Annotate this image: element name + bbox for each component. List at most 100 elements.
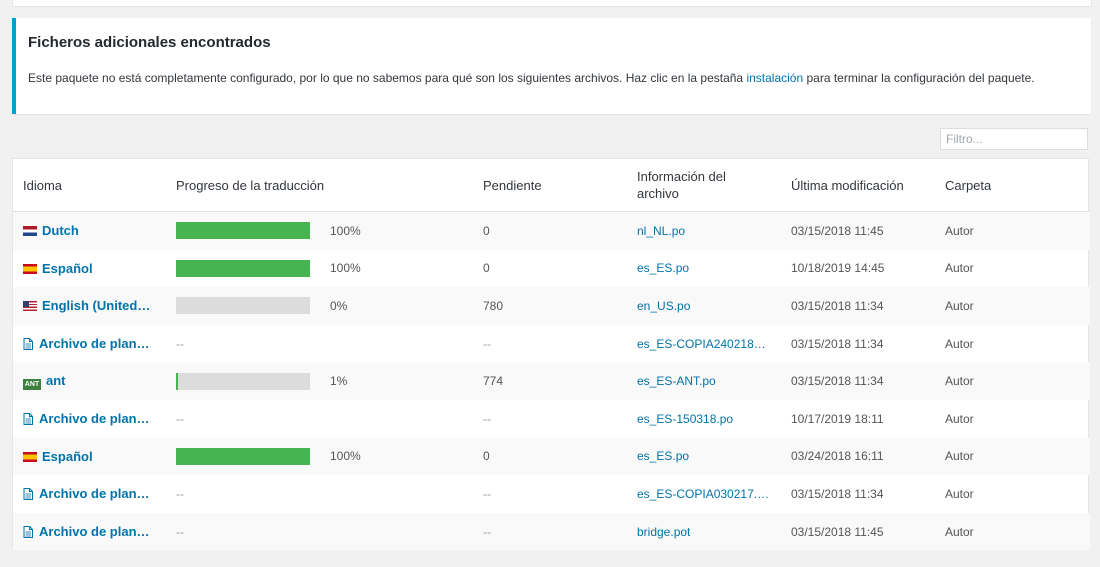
column-header-folder[interactable]: Carpeta [935,159,1090,212]
progress-bar [176,372,310,390]
file-link[interactable]: es_ES.po [637,261,689,275]
modified-cell: 03/15/2018 11:34 [781,362,935,400]
folder-cell: Autor [935,362,1090,400]
modified-cell: 03/15/2018 11:34 [791,486,884,501]
progress-bar-fill [176,447,310,465]
language-link[interactable]: Español [42,449,93,464]
language-link[interactable]: Archivo de plan… [39,411,150,426]
file-cell: es_ES-COPIA240218… [627,325,781,363]
progress-cell: -- [166,512,473,551]
modified-cell: 10/18/2019 14:45 [791,261,885,276]
pending-cell: -- [483,486,491,501]
top-panel-edge [12,0,1092,7]
progress-bar-fill [176,259,310,277]
modified-cell: 03/24/2018 16:11 [781,437,935,476]
filter-input[interactable] [940,128,1088,150]
modified-cell: 03/15/2018 11:34 [781,287,935,325]
file-link[interactable]: nl_NL.po [637,224,685,238]
progress-bar [176,447,310,465]
file-cell: es_ES-ANT.po [627,362,781,400]
file-link[interactable]: bridge.pot [637,525,690,539]
pending-cell: 0 [473,211,627,250]
pending-cell: 780 [473,287,627,325]
table-row: ANT ant 1% 774 es_ES-ANT.po 03/15/2018 11:34 A… [13,362,1090,400]
language-link[interactable]: ant [46,373,66,388]
progress-cell: -- [166,400,473,438]
column-header-language[interactable]: Idioma [13,159,166,212]
modified-cell: 03/15/2018 11:34 [791,336,884,351]
notice-text-before: Este paquete no está completamente confi… [28,71,747,85]
progress-bar [176,259,310,277]
file-link[interactable]: es_ES-COPIA240218… [637,337,766,351]
column-header-file-info[interactable]: Información del archivo [627,159,781,212]
flag-nl-icon [23,226,37,237]
progress-bar [176,222,310,240]
flag-es-icon [23,451,37,462]
table-row: Español 100% 0 es_ES.po 10/18/2019 14:45 Auto… [13,250,1090,288]
table-row: Español 100% 0 es_ES.po 03/24/2018 16:11 Auto… [13,437,1090,476]
language-cell: Archivo de plan… [13,400,166,438]
document-icon [23,413,33,426]
table-row: Archivo de plan… -- -- es_ES-COPIA240218… 03… [13,325,1090,363]
table-row: English (United… 0% 780 en_US.po 03/15/2018 … [13,287,1090,325]
progress-empty: -- [176,524,184,539]
language-cell: Español [13,250,166,288]
language-cell: Dutch [13,211,166,250]
table-row: Archivo de plan… -- -- es_ES-150318.po 10/17… [13,400,1090,438]
notice-text: Este paquete no está completamente confi… [28,68,1068,88]
file-link[interactable]: es_ES-150318.po [637,412,733,426]
progress-percent: 100% [330,449,361,464]
progress-cell: 100% [166,250,473,288]
progress-cell: -- [166,325,473,363]
document-icon [23,338,33,351]
notice-text-after: para terminar la configuración del paque… [803,71,1035,85]
file-link[interactable]: en_US.po [637,299,690,313]
folder-cell: Autor [945,336,974,351]
language-cell: Archivo de plan… [13,325,166,363]
pending-cell: -- [483,336,491,351]
language-cell: English (United… [13,287,166,325]
language-cell: Español [13,437,166,476]
pending-cell: 0 [473,437,627,476]
table-row: Dutch 100% 0 nl_NL.po 03/15/2018 11:45 Autor [13,211,1090,250]
progress-percent: 100% [330,261,361,276]
file-link[interactable]: es_ES-COPIA030217.… [637,487,769,501]
table-header-row: Idioma Progreso de la traducción Pendien… [13,159,1090,212]
language-link[interactable]: Archivo de plan… [39,524,150,539]
progress-percent: 1% [330,374,348,389]
document-icon [23,488,33,501]
column-header-progress[interactable]: Progreso de la traducción [166,159,473,212]
flag-ant-icon: ANT [23,378,41,390]
file-cell: bridge.pot [627,512,781,551]
language-cell: Archivo de plan… [13,512,166,551]
file-cell: en_US.po [627,287,781,325]
language-link[interactable]: Archivo de plan… [39,486,150,501]
file-link[interactable]: es_ES-ANT.po [637,374,716,388]
pending-cell: -- [483,411,491,426]
folder-cell: Autor [945,411,974,426]
notice-box: Ficheros adicionales encontrados Este pa… [12,18,1091,114]
column-header-pending[interactable]: Pendiente [473,159,627,212]
modified-cell: 03/15/2018 11:45 [781,211,935,250]
folder-cell: Autor [945,261,974,276]
progress-bar-fill [176,222,310,240]
folder-cell: Autor [935,211,1090,250]
language-link[interactable]: English (United… [42,298,150,313]
file-cell: es_ES.po [627,437,781,476]
file-cell: es_ES-150318.po [627,400,781,438]
table-row: Archivo de plan… -- -- bridge.pot 03/15/2018… [13,512,1090,551]
language-link[interactable]: Archivo de plan… [39,336,150,351]
pending-cell: 774 [473,362,627,400]
file-link[interactable]: es_ES.po [637,449,689,463]
language-cell: ANT ant [13,362,166,400]
table-row: Archivo de plan… -- -- es_ES-COPIA030217.… 0… [13,475,1090,513]
progress-cell: 1% [166,362,473,400]
column-header-modified[interactable]: Última modificación [781,159,935,212]
installation-link[interactable]: instalación [746,71,803,85]
file-cell: es_ES.po [627,250,781,288]
language-link[interactable]: Español [42,261,93,276]
flag-es-icon [23,263,37,274]
progress-empty: -- [176,336,184,351]
language-link[interactable]: Dutch [42,223,79,238]
progress-empty: -- [176,411,184,426]
